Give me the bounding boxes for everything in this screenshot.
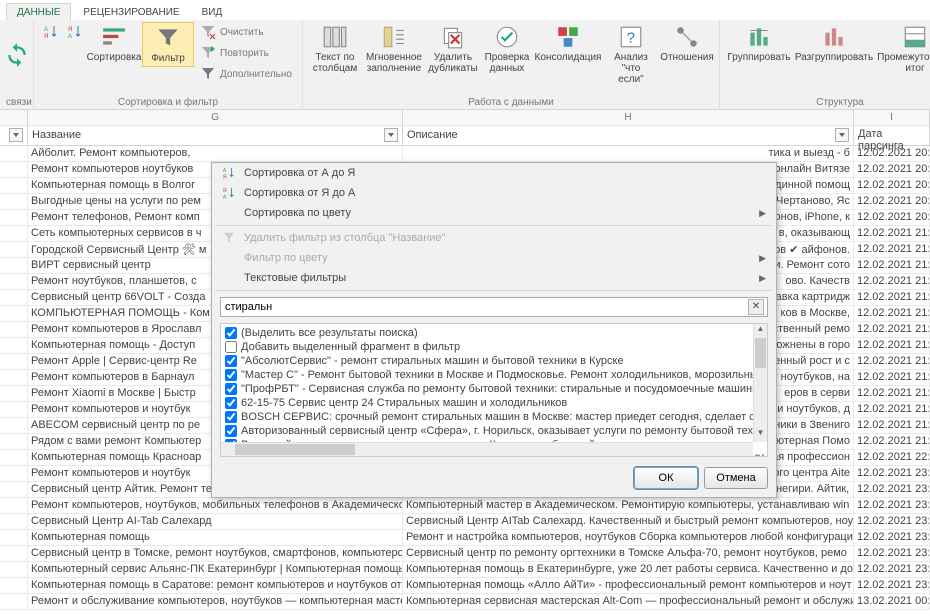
text-to-columns-button[interactable]: Текст по столбцам bbox=[309, 22, 361, 76]
table-row: Компьютерный сервис Альянс-ПК Екатеринбу… bbox=[0, 562, 930, 578]
filter-checkbox[interactable] bbox=[225, 411, 237, 423]
svg-text:?: ? bbox=[627, 29, 635, 46]
sort-button[interactable]: Сортировка bbox=[88, 22, 140, 65]
filter-by-color-item: Фильтр по цвету▶ bbox=[212, 248, 776, 268]
text-filters-item[interactable]: Текстовые фильтры▶ bbox=[212, 268, 776, 288]
ungroup-button[interactable]: Разгруппировать bbox=[794, 22, 874, 65]
filter-checkbox[interactable] bbox=[225, 383, 237, 395]
group-label-datatools: Работа с данными bbox=[309, 96, 713, 108]
svg-text:Я: Я bbox=[223, 174, 227, 180]
group-label-links: связи bbox=[6, 96, 27, 108]
group-button[interactable]: Группировать bbox=[726, 22, 792, 65]
filter-check-item[interactable]: (Выделить все результаты поиска) bbox=[225, 326, 765, 340]
clear-filter-button[interactable]: Очистить bbox=[196, 22, 296, 42]
filter-dropdown-g[interactable] bbox=[384, 128, 398, 142]
filter-checkbox[interactable] bbox=[225, 341, 237, 353]
svg-text:Я: Я bbox=[223, 188, 227, 194]
col-g-label: Название bbox=[32, 129, 81, 141]
consolidate-button[interactable]: Консолидация bbox=[535, 22, 601, 65]
group-label-outline: Структура bbox=[726, 96, 930, 108]
advanced-filter-button[interactable]: Дополнительно bbox=[196, 64, 296, 84]
filter-button[interactable]: Фильтр bbox=[142, 22, 194, 67]
data-validation-button[interactable]: Проверка данных bbox=[481, 22, 533, 76]
filter-search-input[interactable] bbox=[220, 297, 768, 317]
sort-az-item[interactable]: АЯСортировка от А до Я bbox=[212, 163, 776, 183]
col-h-label: Описание bbox=[407, 129, 458, 141]
filter-checkbox[interactable] bbox=[225, 425, 237, 437]
flash-fill-button[interactable]: Мгновенное заполнение bbox=[363, 22, 425, 76]
svg-text:Я: Я bbox=[44, 34, 48, 40]
filter-check-item[interactable]: Авторизованный сервисный центр «Сфера», … bbox=[225, 424, 765, 438]
table-row: Айболит. Ремонт компьютеров, тика и выез… bbox=[0, 146, 930, 162]
ok-button[interactable]: ОК bbox=[634, 467, 698, 489]
autofilter-dropdown: АЯСортировка от А до Я ЯАСортировка от Я… bbox=[211, 162, 777, 498]
ribbon: связи АЯ ЯА Сортировка Фильтр Очистить П… bbox=[0, 20, 930, 110]
filter-check-item[interactable]: "Мастер С" - Ремонт бытовой техники в Мо… bbox=[225, 368, 765, 382]
table-row: Сервисный Центр AI-Tab СалехардСервисный… bbox=[0, 514, 930, 530]
filter-check-item[interactable]: Добавить выделенный фрагмент в фильтр bbox=[225, 340, 765, 354]
refresh-icon bbox=[4, 42, 30, 68]
filter-checkbox[interactable] bbox=[225, 355, 237, 367]
scrollbar-vertical[interactable]: ▲▼ bbox=[753, 324, 767, 442]
sort-za-button[interactable]: ЯА bbox=[64, 22, 86, 42]
sort-az-button[interactable]: АЯ bbox=[40, 22, 62, 42]
filter-checkbox[interactable] bbox=[225, 327, 237, 339]
table-row: Сервисный центр в Томске, ремонт ноутбук… bbox=[0, 546, 930, 562]
filter-check-item[interactable]: "ПрофРБТ" - Сервисная служба по ремонту … bbox=[225, 382, 765, 396]
tab-data[interactable]: ДАННЫЕ bbox=[6, 3, 71, 20]
svg-text:А: А bbox=[68, 34, 72, 40]
table-row: Компьютерная помощь в Саратове: ремонт к… bbox=[0, 578, 930, 594]
remove-duplicates-button[interactable]: Удалить дубликаты bbox=[427, 22, 479, 76]
table-row: Компьютерная помощьРемонт и настройка ко… bbox=[0, 530, 930, 546]
filter-check-item[interactable]: BOSCH СЕРВИС: срочный ремонт стиральных … bbox=[225, 410, 765, 424]
svg-text:А: А bbox=[223, 168, 227, 174]
table-row: Ремонт и обслуживание компьютеров, ноутб… bbox=[0, 594, 930, 610]
clear-col-filter-item: Удалить фильтр из столбца "Название" bbox=[212, 228, 776, 248]
tab-view[interactable]: ВИД bbox=[192, 4, 233, 20]
table-row: Ремонт компьютеров, ноутбуков, мобильных… bbox=[0, 498, 930, 514]
ribbon-tabs: ДАННЫЕ РЕЦЕНЗИРОВАНИЕ ВИД bbox=[0, 0, 930, 20]
svg-text:А: А bbox=[223, 194, 227, 200]
filter-checkbox[interactable] bbox=[225, 397, 237, 409]
sort-by-color-item[interactable]: Сортировка по цвету▶ bbox=[212, 203, 776, 223]
cancel-button[interactable]: Отмена bbox=[704, 467, 768, 489]
filter-dropdown-blank[interactable] bbox=[9, 128, 23, 142]
reapply-button[interactable]: Повторить bbox=[196, 43, 296, 63]
svg-text:Я: Я bbox=[68, 27, 72, 33]
relations-button[interactable]: Отношения bbox=[661, 22, 713, 65]
svg-text:А: А bbox=[44, 27, 48, 33]
filter-checklist: (Выделить все результаты поиска)Добавить… bbox=[220, 323, 768, 457]
column-headers: GНазвание HОписание IДата парсинга bbox=[0, 110, 930, 146]
clear-search-button[interactable]: ✕ bbox=[748, 299, 764, 315]
filter-checkbox[interactable] bbox=[225, 369, 237, 381]
whatif-button[interactable]: ?Анализ "что если" bbox=[603, 22, 659, 87]
subtotal-button[interactable]: Промежуточный итог bbox=[876, 22, 930, 76]
tab-review[interactable]: РЕЦЕНЗИРОВАНИЕ bbox=[73, 4, 189, 20]
filter-dropdown-h[interactable] bbox=[835, 128, 849, 142]
group-label-sort: Сортировка и фильтр bbox=[40, 96, 296, 108]
filter-check-item[interactable]: 62-15-75 Сервис центр 24 Стиральных маши… bbox=[225, 396, 765, 410]
sort-za-item[interactable]: ЯАСортировка от Я до А bbox=[212, 183, 776, 203]
scrollbar-horizontal[interactable] bbox=[221, 442, 753, 456]
filter-check-item[interactable]: "АбсолютСервис" - ремонт стиральных маши… bbox=[225, 354, 765, 368]
